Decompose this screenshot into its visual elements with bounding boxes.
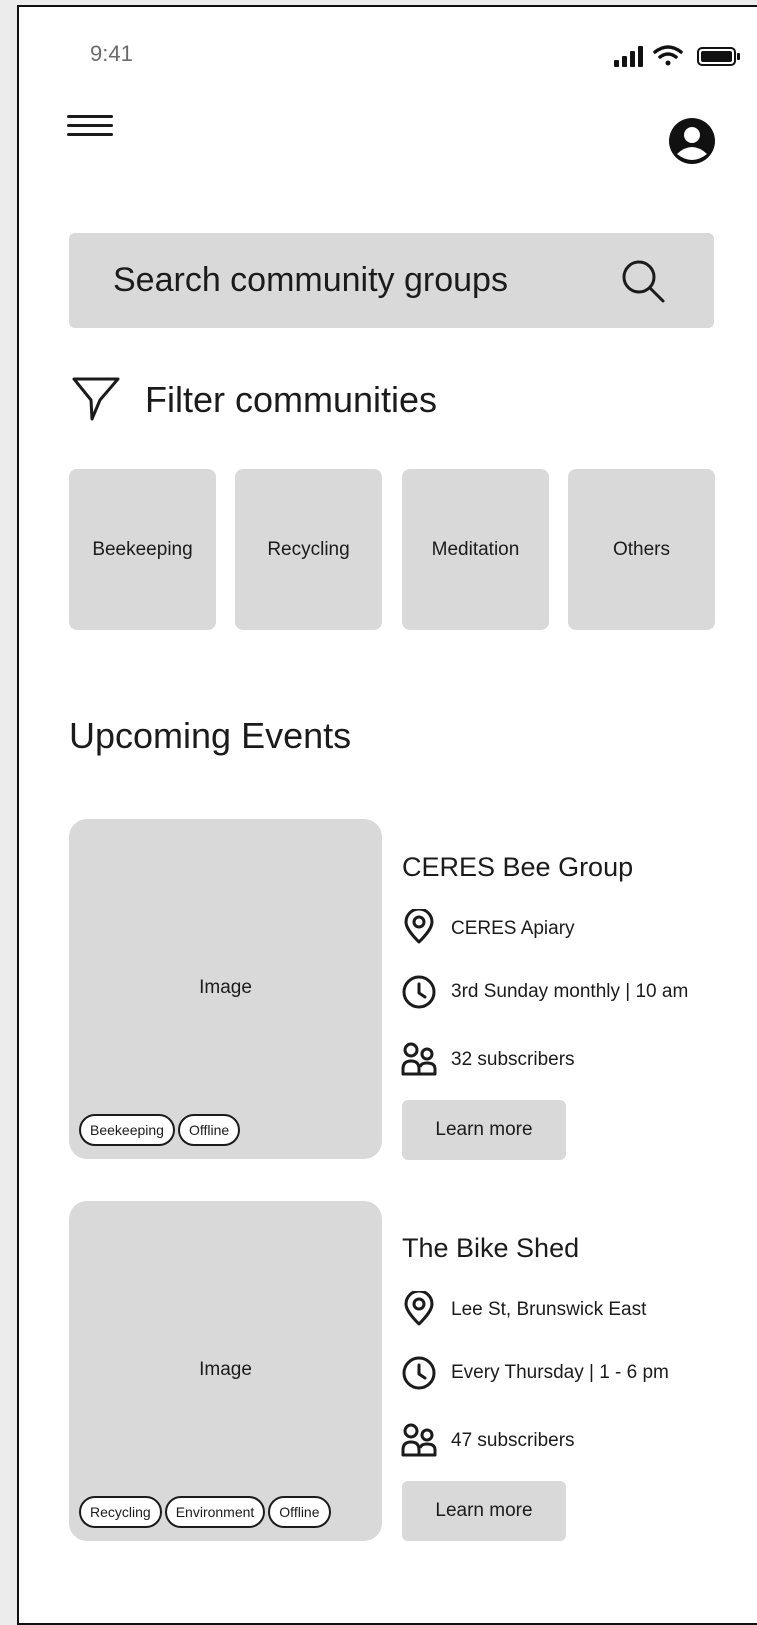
phone-frame: 9:41 Filte: [17, 5, 757, 1625]
tag: Recycling: [79, 1496, 162, 1528]
event-image[interactable]: Image Recycling Environment Offline: [69, 1201, 382, 1541]
tag: Beekeeping: [79, 1114, 175, 1146]
event-location: Lee St, Brunswick East: [451, 1299, 647, 1320]
tag: Offline: [268, 1496, 331, 1528]
section-title-upcoming-events: Upcoming Events: [69, 715, 352, 756]
learn-more-button[interactable]: Learn more: [402, 1100, 566, 1160]
event-title[interactable]: The Bike Shed: [402, 1233, 579, 1264]
event-title[interactable]: CERES Bee Group: [402, 852, 633, 883]
account-icon[interactable]: [667, 116, 717, 166]
battery-icon: [697, 47, 740, 66]
location-pin-icon: [404, 1291, 434, 1326]
event-schedule: Every Thursday | 1 - 6 pm: [451, 1362, 669, 1383]
filter-title: Filter communities: [145, 379, 438, 420]
image-placeholder-label: Image: [199, 1359, 252, 1380]
location-pin-icon: [404, 909, 434, 944]
tag: Environment: [164, 1496, 266, 1528]
users-icon: [401, 1423, 437, 1457]
users-icon: [401, 1042, 437, 1076]
tag-list: Beekeeping Offline: [79, 1114, 241, 1146]
menu-icon[interactable]: [67, 113, 115, 143]
event-schedule: 3rd Sunday monthly | 10 am: [451, 981, 689, 1002]
event-location: CERES Apiary: [451, 918, 575, 939]
event-subscribers: 47 subscribers: [451, 1430, 575, 1451]
filter-chip-beekeeping[interactable]: Beekeeping: [69, 469, 216, 630]
event-image[interactable]: Image Beekeeping Offline: [69, 819, 382, 1159]
tag: Offline: [177, 1114, 241, 1146]
search-input[interactable]: [113, 255, 593, 305]
filter-chip-meditation[interactable]: Meditation: [402, 469, 549, 630]
status-time: 9:41: [90, 41, 133, 66]
filter-icon[interactable]: [71, 375, 121, 425]
learn-more-button[interactable]: Learn more: [402, 1481, 566, 1541]
search-icon[interactable]: [619, 257, 667, 305]
filter-chip-others[interactable]: Others: [568, 469, 715, 630]
search-bar: [69, 233, 714, 328]
status-icons: [614, 45, 740, 67]
clock-icon: [402, 975, 436, 1009]
wifi-icon: [653, 45, 683, 66]
filter-chip-recycling[interactable]: Recycling: [235, 469, 382, 630]
tag-list: Recycling Environment Offline: [79, 1496, 331, 1528]
clock-icon: [402, 1356, 436, 1390]
event-subscribers: 32 subscribers: [451, 1049, 575, 1070]
image-placeholder-label: Image: [199, 977, 252, 998]
cellular-signal-icon: [614, 46, 643, 67]
